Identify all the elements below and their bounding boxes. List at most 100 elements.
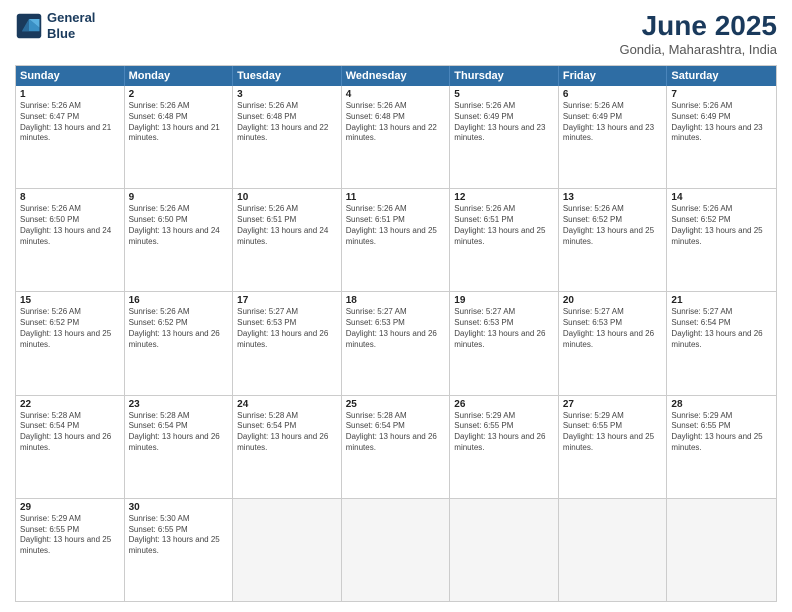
cal-cell: 6 Sunrise: 5:26 AMSunset: 6:49 PMDayligh… (559, 86, 668, 188)
day-number: 15 (20, 295, 120, 306)
day-number: 30 (129, 502, 229, 513)
day-number: 4 (346, 89, 446, 100)
day-info: Sunrise: 5:30 AMSunset: 6:55 PMDaylight:… (129, 514, 229, 557)
day-info: Sunrise: 5:27 AMSunset: 6:53 PMDaylight:… (346, 307, 446, 350)
cal-cell: 11 Sunrise: 5:26 AMSunset: 6:51 PMDaylig… (342, 189, 451, 291)
day-info: Sunrise: 5:26 AMSunset: 6:52 PMDaylight:… (20, 307, 120, 350)
day-number: 8 (20, 192, 120, 203)
day-number: 13 (563, 192, 663, 203)
day-number: 7 (671, 89, 772, 100)
logo-icon (15, 12, 43, 40)
day-number: 11 (346, 192, 446, 203)
day-number: 21 (671, 295, 772, 306)
cal-cell: 8 Sunrise: 5:26 AMSunset: 6:50 PMDayligh… (16, 189, 125, 291)
day-info: Sunrise: 5:26 AMSunset: 6:50 PMDaylight:… (20, 204, 120, 247)
col-sunday: Sunday (16, 66, 125, 86)
cal-cell (450, 499, 559, 601)
cal-cell: 13 Sunrise: 5:26 AMSunset: 6:52 PMDaylig… (559, 189, 668, 291)
day-number: 17 (237, 295, 337, 306)
day-number: 24 (237, 399, 337, 410)
day-number: 19 (454, 295, 554, 306)
day-info: Sunrise: 5:29 AMSunset: 6:55 PMDaylight:… (671, 411, 772, 454)
header: General Blue June 2025 Gondia, Maharasht… (15, 10, 777, 57)
cal-cell: 1 Sunrise: 5:26 AMSunset: 6:47 PMDayligh… (16, 86, 125, 188)
cal-cell (667, 499, 776, 601)
day-info: Sunrise: 5:27 AMSunset: 6:53 PMDaylight:… (454, 307, 554, 350)
day-info: Sunrise: 5:28 AMSunset: 6:54 PMDaylight:… (346, 411, 446, 454)
day-number: 22 (20, 399, 120, 410)
main-title: June 2025 (619, 10, 777, 42)
day-info: Sunrise: 5:27 AMSunset: 6:54 PMDaylight:… (671, 307, 772, 350)
day-number: 23 (129, 399, 229, 410)
cal-cell: 5 Sunrise: 5:26 AMSunset: 6:49 PMDayligh… (450, 86, 559, 188)
cal-cell: 25 Sunrise: 5:28 AMSunset: 6:54 PMDaylig… (342, 396, 451, 498)
col-tuesday: Tuesday (233, 66, 342, 86)
day-number: 2 (129, 89, 229, 100)
day-info: Sunrise: 5:26 AMSunset: 6:52 PMDaylight:… (671, 204, 772, 247)
day-info: Sunrise: 5:26 AMSunset: 6:48 PMDaylight:… (237, 101, 337, 144)
calendar-week: 8 Sunrise: 5:26 AMSunset: 6:50 PMDayligh… (16, 189, 776, 292)
day-number: 12 (454, 192, 554, 203)
day-info: Sunrise: 5:28 AMSunset: 6:54 PMDaylight:… (20, 411, 120, 454)
day-info: Sunrise: 5:26 AMSunset: 6:51 PMDaylight:… (237, 204, 337, 247)
day-info: Sunrise: 5:26 AMSunset: 6:48 PMDaylight:… (346, 101, 446, 144)
day-info: Sunrise: 5:26 AMSunset: 6:47 PMDaylight:… (20, 101, 120, 144)
day-number: 26 (454, 399, 554, 410)
calendar-week: 29 Sunrise: 5:29 AMSunset: 6:55 PMDaylig… (16, 499, 776, 601)
subtitle: Gondia, Maharashtra, India (619, 42, 777, 57)
cal-cell (233, 499, 342, 601)
cal-cell: 19 Sunrise: 5:27 AMSunset: 6:53 PMDaylig… (450, 292, 559, 394)
day-info: Sunrise: 5:27 AMSunset: 6:53 PMDaylight:… (237, 307, 337, 350)
col-wednesday: Wednesday (342, 66, 451, 86)
day-number: 5 (454, 89, 554, 100)
day-info: Sunrise: 5:29 AMSunset: 6:55 PMDaylight:… (20, 514, 120, 557)
day-info: Sunrise: 5:26 AMSunset: 6:51 PMDaylight:… (346, 204, 446, 247)
cal-cell: 26 Sunrise: 5:29 AMSunset: 6:55 PMDaylig… (450, 396, 559, 498)
day-number: 1 (20, 89, 120, 100)
day-info: Sunrise: 5:28 AMSunset: 6:54 PMDaylight:… (129, 411, 229, 454)
cal-cell: 4 Sunrise: 5:26 AMSunset: 6:48 PMDayligh… (342, 86, 451, 188)
col-friday: Friday (559, 66, 668, 86)
calendar-week: 15 Sunrise: 5:26 AMSunset: 6:52 PMDaylig… (16, 292, 776, 395)
cal-cell: 21 Sunrise: 5:27 AMSunset: 6:54 PMDaylig… (667, 292, 776, 394)
day-number: 9 (129, 192, 229, 203)
cal-cell (342, 499, 451, 601)
cal-cell: 23 Sunrise: 5:28 AMSunset: 6:54 PMDaylig… (125, 396, 234, 498)
cal-cell: 3 Sunrise: 5:26 AMSunset: 6:48 PMDayligh… (233, 86, 342, 188)
title-block: June 2025 Gondia, Maharashtra, India (619, 10, 777, 57)
day-info: Sunrise: 5:29 AMSunset: 6:55 PMDaylight:… (454, 411, 554, 454)
day-info: Sunrise: 5:29 AMSunset: 6:55 PMDaylight:… (563, 411, 663, 454)
cal-cell: 22 Sunrise: 5:28 AMSunset: 6:54 PMDaylig… (16, 396, 125, 498)
page: General Blue June 2025 Gondia, Maharasht… (0, 0, 792, 612)
day-info: Sunrise: 5:28 AMSunset: 6:54 PMDaylight:… (237, 411, 337, 454)
day-info: Sunrise: 5:26 AMSunset: 6:50 PMDaylight:… (129, 204, 229, 247)
calendar: Sunday Monday Tuesday Wednesday Thursday… (15, 65, 777, 602)
day-info: Sunrise: 5:26 AMSunset: 6:49 PMDaylight:… (563, 101, 663, 144)
cal-cell: 14 Sunrise: 5:26 AMSunset: 6:52 PMDaylig… (667, 189, 776, 291)
logo-text: General Blue (47, 10, 95, 41)
cal-cell: 10 Sunrise: 5:26 AMSunset: 6:51 PMDaylig… (233, 189, 342, 291)
cal-cell: 24 Sunrise: 5:28 AMSunset: 6:54 PMDaylig… (233, 396, 342, 498)
day-number: 28 (671, 399, 772, 410)
day-info: Sunrise: 5:26 AMSunset: 6:51 PMDaylight:… (454, 204, 554, 247)
day-info: Sunrise: 5:26 AMSunset: 6:49 PMDaylight:… (454, 101, 554, 144)
day-number: 6 (563, 89, 663, 100)
day-info: Sunrise: 5:26 AMSunset: 6:49 PMDaylight:… (671, 101, 772, 144)
day-number: 25 (346, 399, 446, 410)
day-number: 20 (563, 295, 663, 306)
day-info: Sunrise: 5:27 AMSunset: 6:53 PMDaylight:… (563, 307, 663, 350)
calendar-header: Sunday Monday Tuesday Wednesday Thursday… (16, 66, 776, 86)
cal-cell: 2 Sunrise: 5:26 AMSunset: 6:48 PMDayligh… (125, 86, 234, 188)
cal-cell: 30 Sunrise: 5:30 AMSunset: 6:55 PMDaylig… (125, 499, 234, 601)
day-number: 29 (20, 502, 120, 513)
day-info: Sunrise: 5:26 AMSunset: 6:52 PMDaylight:… (563, 204, 663, 247)
day-number: 3 (237, 89, 337, 100)
calendar-body: 1 Sunrise: 5:26 AMSunset: 6:47 PMDayligh… (16, 86, 776, 601)
col-saturday: Saturday (667, 66, 776, 86)
cal-cell: 17 Sunrise: 5:27 AMSunset: 6:53 PMDaylig… (233, 292, 342, 394)
cal-cell: 15 Sunrise: 5:26 AMSunset: 6:52 PMDaylig… (16, 292, 125, 394)
cal-cell: 12 Sunrise: 5:26 AMSunset: 6:51 PMDaylig… (450, 189, 559, 291)
cal-cell: 7 Sunrise: 5:26 AMSunset: 6:49 PMDayligh… (667, 86, 776, 188)
day-number: 16 (129, 295, 229, 306)
col-monday: Monday (125, 66, 234, 86)
